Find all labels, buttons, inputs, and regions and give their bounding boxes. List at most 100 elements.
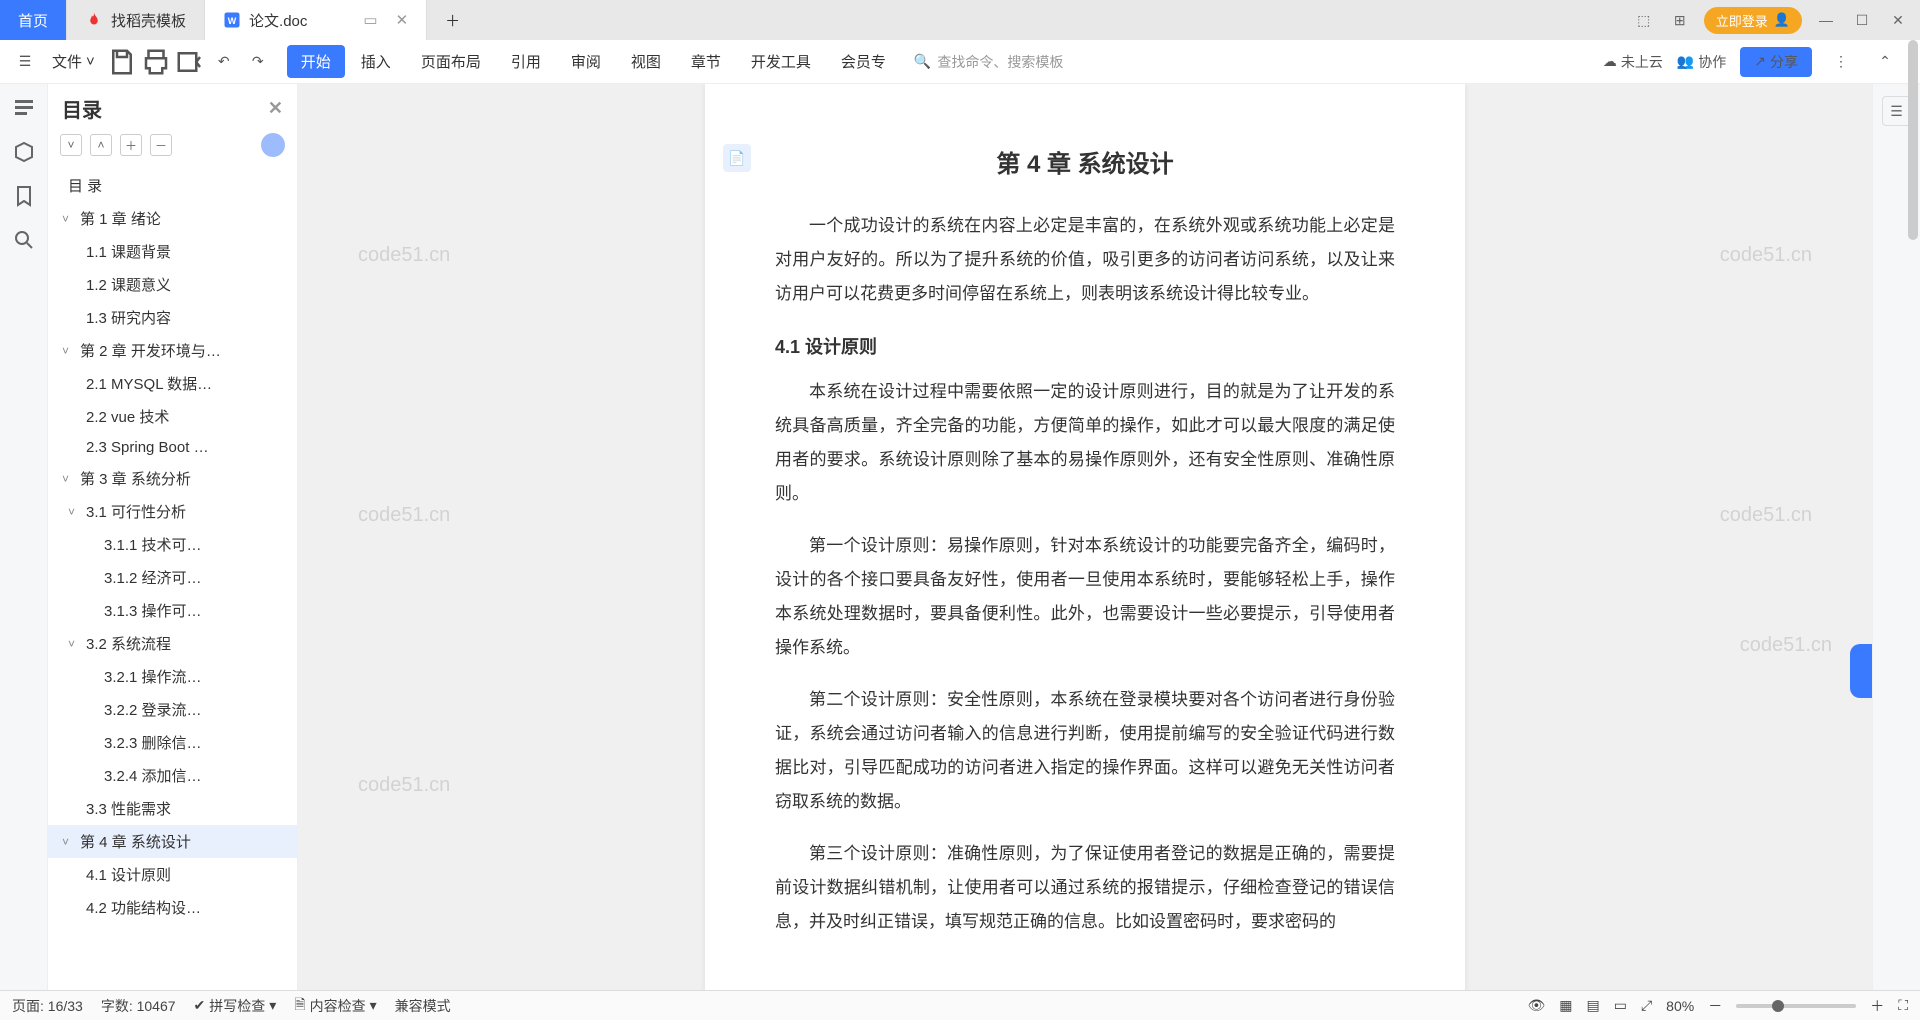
toc-item[interactable]: 1.1 课题背景 bbox=[48, 235, 297, 268]
undo-icon[interactable]: ↶ bbox=[209, 47, 239, 77]
settings-icon[interactable]: ☰ bbox=[1882, 96, 1912, 126]
search-input[interactable]: 🔍 查找命令、搜索模板 bbox=[904, 48, 1104, 76]
expand-all-button[interactable]: ˄ bbox=[90, 134, 112, 156]
more-icon[interactable]: ⋮ bbox=[1826, 47, 1856, 77]
people-icon: 👥 bbox=[1677, 53, 1694, 70]
hamburger-icon[interactable]: ☰ bbox=[10, 47, 40, 77]
bookmark-icon[interactable] bbox=[12, 184, 36, 208]
chat-icon[interactable] bbox=[261, 133, 285, 157]
toc-item[interactable]: ˅第 4 章 系统设计 bbox=[48, 825, 297, 858]
menu-tab-view[interactable]: 视图 bbox=[617, 45, 675, 78]
toc-item[interactable]: 3.1.2 经济可… bbox=[48, 561, 297, 594]
collapse-ribbon-icon[interactable]: ⌃ bbox=[1870, 47, 1900, 77]
tab-document[interactable]: W 论文.doc ▭ ✕ bbox=[205, 0, 427, 40]
toc-item[interactable]: ˅第 1 章 绪论 bbox=[48, 202, 297, 235]
menu-tab-member[interactable]: 会员专 bbox=[827, 45, 900, 78]
fullscreen-icon[interactable]: ⛶ bbox=[1898, 997, 1908, 1014]
toc-item[interactable]: 1.2 课题意义 bbox=[48, 268, 297, 301]
content-check-button[interactable]: 🗎内容检查 ▾ bbox=[294, 994, 376, 1018]
login-button[interactable]: 立即登录 👤 bbox=[1704, 7, 1802, 34]
toc-item[interactable]: 目 录 bbox=[48, 169, 297, 202]
apps-icon[interactable]: ⊞ bbox=[1668, 8, 1692, 32]
menu-tab-reference[interactable]: 引用 bbox=[497, 45, 555, 78]
scrollbar[interactable] bbox=[1908, 84, 1918, 240]
page-indicator[interactable]: 页面: 16/33 bbox=[12, 996, 83, 1016]
word-count[interactable]: 字数: 10467 bbox=[101, 996, 176, 1016]
menu-tab-review[interactable]: 审阅 bbox=[557, 45, 615, 78]
compat-mode[interactable]: 兼容模式 bbox=[395, 996, 451, 1016]
fit-width-icon[interactable]: ⤢ bbox=[1641, 997, 1652, 1014]
toc-item[interactable]: 3.3 性能需求 bbox=[48, 792, 297, 825]
toc-item[interactable]: 3.2.3 删除信… bbox=[48, 726, 297, 759]
menu-tab-insert[interactable]: 插入 bbox=[347, 45, 405, 78]
paragraph-action-icon[interactable]: 📄 bbox=[723, 144, 751, 172]
toc-item-label: 1.1 课题背景 bbox=[86, 241, 171, 262]
toc-item[interactable]: 3.2.2 登录流… bbox=[48, 693, 297, 726]
share-button[interactable]: ↗分享 bbox=[1740, 47, 1812, 77]
zoom-in-button[interactable]: ＋ bbox=[1870, 996, 1884, 1016]
toc-item[interactable]: ˅3.2 系统流程 bbox=[48, 627, 297, 660]
watermark: code51.cn bbox=[358, 244, 450, 267]
close-icon[interactable]: ✕ bbox=[396, 11, 409, 29]
toc-item[interactable]: 4.1 设计原则 bbox=[48, 858, 297, 891]
zoom-out-button[interactable]: － bbox=[1708, 996, 1722, 1016]
layout-icon[interactable]: ⬚ bbox=[1632, 8, 1656, 32]
toc-item[interactable]: 1.3 研究内容 bbox=[48, 301, 297, 334]
collapse-all-button[interactable]: ˅ bbox=[60, 134, 82, 156]
new-tab-button[interactable]: ＋ bbox=[427, 0, 478, 40]
cloud-status[interactable]: ☁未上云 bbox=[1603, 52, 1663, 72]
outline-icon[interactable] bbox=[12, 96, 36, 120]
tab-template[interactable]: 找稻壳模板 bbox=[67, 0, 205, 40]
search-icon[interactable] bbox=[12, 228, 36, 252]
add-button[interactable]: ＋ bbox=[120, 134, 142, 156]
save-icon[interactable] bbox=[107, 47, 137, 77]
maximize-button[interactable]: ☐ bbox=[1850, 8, 1874, 32]
close-button[interactable]: ✕ bbox=[1886, 8, 1910, 32]
toc-item[interactable]: 2.1 MYSQL 数据… bbox=[48, 367, 297, 400]
menu-tab-chapter[interactable]: 章节 bbox=[677, 45, 735, 78]
menu-tab-start[interactable]: 开始 bbox=[287, 45, 345, 78]
toc-item-label: 4.1 设计原则 bbox=[86, 864, 171, 885]
spellcheck-button[interactable]: ✔拼写检查 ▾ bbox=[194, 996, 277, 1016]
remove-button[interactable]: － bbox=[150, 134, 172, 156]
outline-view-icon[interactable]: ▭ bbox=[1614, 997, 1627, 1014]
minimize-button[interactable]: — bbox=[1814, 8, 1838, 32]
menu-tab-layout[interactable]: 页面布局 bbox=[407, 45, 495, 78]
toc-item[interactable]: 3.2.1 操作流… bbox=[48, 660, 297, 693]
toc-item[interactable]: 2.3 Spring Boot … bbox=[48, 433, 297, 462]
toc-item[interactable]: ˅第 3 章 系统分析 bbox=[48, 462, 297, 495]
preview-icon[interactable] bbox=[175, 47, 205, 77]
tab-split-icon[interactable]: ▭ bbox=[363, 11, 377, 29]
side-handle[interactable] bbox=[1850, 644, 1872, 698]
toc-item[interactable]: 3.2.4 添加信… bbox=[48, 759, 297, 792]
tab-home[interactable]: 首页 bbox=[0, 0, 67, 40]
web-layout-icon[interactable]: ▤ bbox=[1586, 997, 1599, 1014]
redo-icon[interactable]: ↷ bbox=[243, 47, 273, 77]
document-area[interactable]: code51.cn code51.cn code51.cn code51.cn … bbox=[298, 84, 1872, 990]
reading-view-icon[interactable]: 👁 bbox=[1527, 997, 1545, 1014]
toc-item[interactable]: ˅3.1 可行性分析 bbox=[48, 495, 297, 528]
collaborate-button[interactable]: 👥协作 bbox=[1677, 52, 1726, 72]
slider-thumb[interactable] bbox=[1772, 1000, 1784, 1012]
page-layout-icon[interactable]: ▦ bbox=[1559, 997, 1572, 1014]
toc-item[interactable]: 2.2 vue 技术 bbox=[48, 400, 297, 433]
menu-tab-dev[interactable]: 开发工具 bbox=[737, 45, 825, 78]
toc-item-label: 1.2 课题意义 bbox=[86, 274, 171, 295]
heading-2: 4.1 设计原则 bbox=[775, 333, 1395, 359]
zoom-slider[interactable] bbox=[1736, 1004, 1856, 1008]
toc-item[interactable]: 3.1.3 操作可… bbox=[48, 594, 297, 627]
print-icon[interactable] bbox=[141, 47, 171, 77]
file-menu[interactable]: 文件 ˅ bbox=[44, 47, 103, 76]
toc-item[interactable]: 4.2 功能结构设… bbox=[48, 891, 297, 924]
zoom-value[interactable]: 80% bbox=[1666, 998, 1694, 1014]
toc-item[interactable]: ˅第 2 章 开发环境与… bbox=[48, 334, 297, 367]
box-icon[interactable] bbox=[12, 140, 36, 164]
word-icon: W bbox=[223, 11, 241, 29]
toc-list[interactable]: 目 录˅第 1 章 绪论 1.1 课题背景 1.2 课题意义 1.3 研究内容˅第 2… bbox=[48, 165, 297, 990]
toc-item-label: 3.1.1 技术可… bbox=[104, 534, 202, 555]
close-icon[interactable]: ✕ bbox=[268, 98, 283, 119]
toc-item[interactable]: 3.1.1 技术可… bbox=[48, 528, 297, 561]
chevron-down-icon: ˅ bbox=[62, 344, 76, 358]
toc-item-label: 第 4 章 系统设计 bbox=[80, 831, 191, 852]
content-label: 内容检查 bbox=[310, 996, 366, 1016]
